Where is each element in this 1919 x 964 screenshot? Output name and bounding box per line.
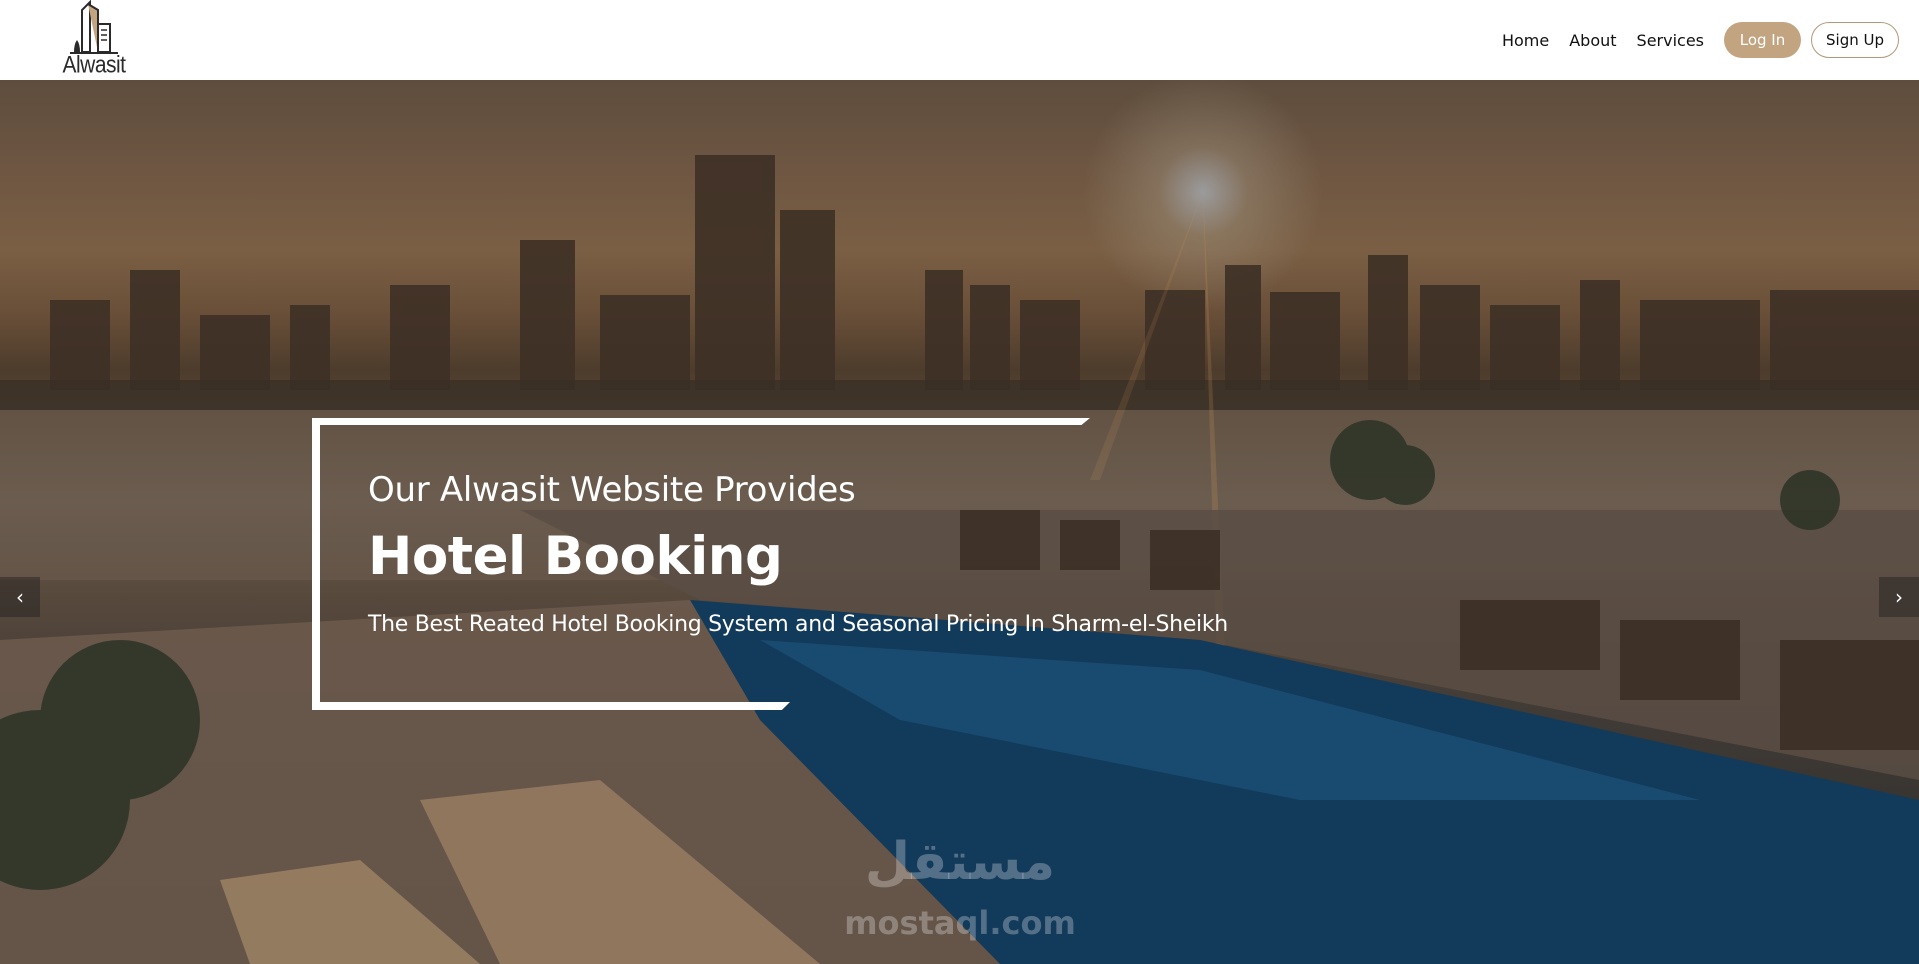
nav-menu: Home About Services Log In Sign Up (1502, 21, 1919, 59)
hero-frame-bottom (312, 702, 790, 710)
nav-link-about[interactable]: About (1569, 31, 1616, 50)
login-button[interactable]: Log In (1724, 22, 1801, 58)
hero-frame-left (312, 418, 320, 710)
chevron-right-icon: › (1895, 585, 1903, 609)
hero-frame-top (312, 418, 1090, 425)
signup-button[interactable]: Sign Up (1811, 22, 1899, 58)
hero-subtitle: Our Alwasit Website Provides (368, 470, 856, 510)
hero-description: The Best Reated Hotel Booking System and… (368, 612, 1228, 637)
carousel-prev-button[interactable]: ‹ (0, 577, 40, 617)
watermark-latin: mostaql.com (844, 904, 1076, 942)
hero-title: Hotel Booking (368, 526, 783, 587)
brand-logo[interactable]: Alwasit (58, 0, 130, 80)
chevron-left-icon: ‹ (16, 585, 24, 609)
building-logo-icon (70, 0, 118, 54)
navbar: Alwasit Home About Services Log In Sign … (0, 0, 1919, 80)
brand-name: Alwasit (62, 52, 126, 79)
nav-link-home[interactable]: Home (1502, 31, 1549, 50)
watermark-arabic: مستقل (864, 832, 1056, 892)
nav-link-services[interactable]: Services (1637, 31, 1704, 50)
carousel-next-button[interactable]: › (1879, 577, 1919, 617)
